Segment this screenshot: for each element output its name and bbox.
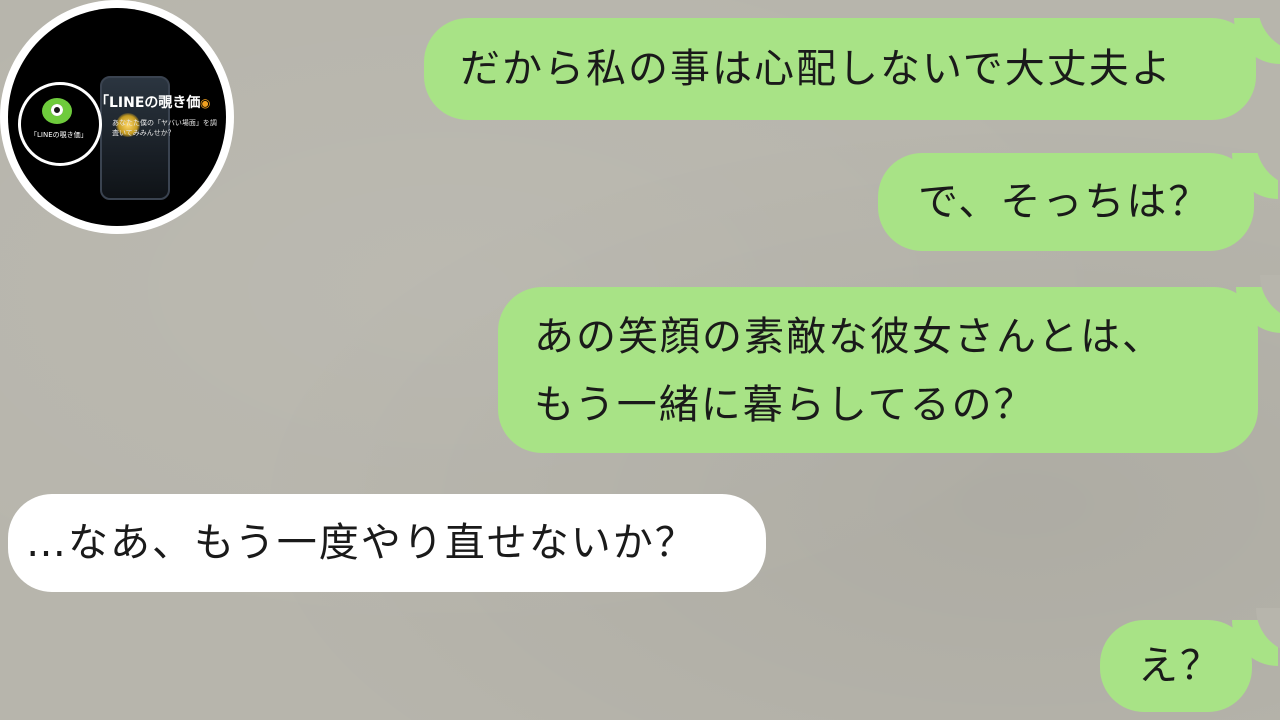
sent-message-bubble[interactable]: あの笑顔の素敵な彼女さんとは、 もう一緒に暮らしてるの？ [498,287,1258,453]
channel-logo-ring [18,82,102,166]
message-text: …なあ、もう一度やり直せないか？ [26,520,697,566]
message-text: え？ [1138,643,1222,689]
message-text: だから私の事は心配しないで大丈夫よ [460,46,1173,92]
message-text-line: あの笑顔の素敵な彼女さんとは、 [534,314,1164,360]
channel-logo-ring-label: 「LINEの覗き価」 [30,131,88,139]
channel-logo-title: 「LINEの覗き価 [95,95,201,111]
eye-small-icon: ◉ [200,96,211,110]
received-message-bubble[interactable]: …なあ、もう一度やり直せないか？ [8,494,766,592]
message-text-line: もう一緒に暮らしてるの？ [534,382,1036,428]
sent-message-bubble[interactable]: で、そっちは？ [878,153,1254,251]
channel-logo-subtitle: あなたた僕の「ヤバい場面」を調査いてみみんせか？ [112,119,217,137]
channel-logo-badge: 「LINEの覗き価 ◉ あなたた僕の「ヤバい場面」を調査いてみみんせか？ 「LI… [0,0,234,234]
eye-icon [42,98,72,124]
sent-message-bubble[interactable]: だから私の事は心配しないで大丈夫よ [424,18,1256,120]
message-text: で、そっちは？ [918,179,1211,225]
sent-message-bubble[interactable]: え？ [1100,620,1252,712]
